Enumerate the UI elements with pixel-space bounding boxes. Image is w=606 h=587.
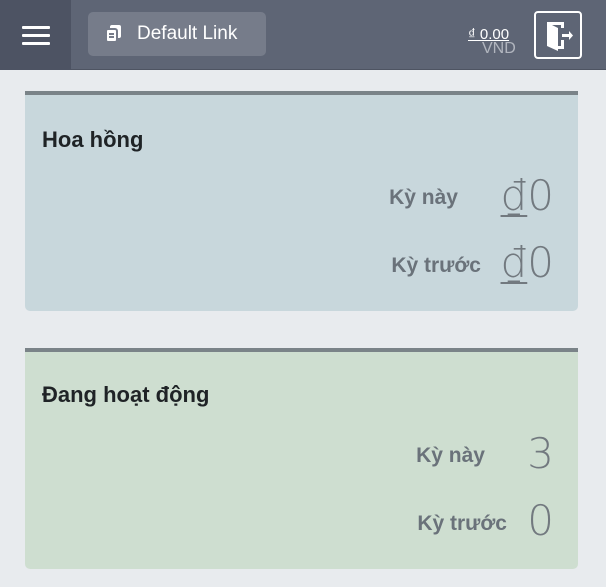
copy-icon (105, 25, 121, 43)
commission-last-period-label: Kỳ trước (391, 254, 481, 277)
active-last-period-value: 0 (527, 496, 554, 545)
commission-last-period-value: ₫0 (501, 238, 554, 287)
balance-amount: ₫ 0.00 (468, 26, 510, 43)
currency-symbol: ₫ (500, 238, 528, 287)
commission-this-period-value: ₫0 (501, 171, 554, 220)
commission-card: Hoa hồng Kỳ này ₫0 Kỳ trước ₫0 (25, 91, 578, 311)
top-bar: Default Link VND ₫ 0.00 (0, 0, 606, 70)
hamburger-icon-line (21, 33, 50, 37)
currency-symbol: ₫ (500, 171, 528, 220)
default-link-label: Default Link (137, 23, 238, 44)
active-this-period-value: 3 (527, 429, 554, 478)
menu-button[interactable] (0, 0, 71, 70)
hamburger-icon-line (21, 41, 50, 45)
amount: 0 (527, 171, 554, 220)
exit-door-icon (547, 22, 573, 51)
commission-this-period-label: Kỳ này (389, 186, 458, 209)
hamburger-icon (21, 25, 50, 29)
active-this-period-label: Kỳ này (416, 444, 485, 467)
amount: 0 (527, 238, 554, 287)
logout-button[interactable] (534, 11, 582, 59)
balance-display[interactable]: VND ₫ 0.00 (468, 22, 530, 64)
active-last-period-label: Kỳ trước (417, 512, 507, 535)
commission-title: Hoa hồng (42, 127, 144, 152)
default-link-button[interactable]: Default Link (88, 12, 266, 56)
active-title: Đang hoạt động (42, 382, 210, 407)
active-card: Đang hoạt động Kỳ này 3 Kỳ trước 0 (25, 348, 578, 569)
